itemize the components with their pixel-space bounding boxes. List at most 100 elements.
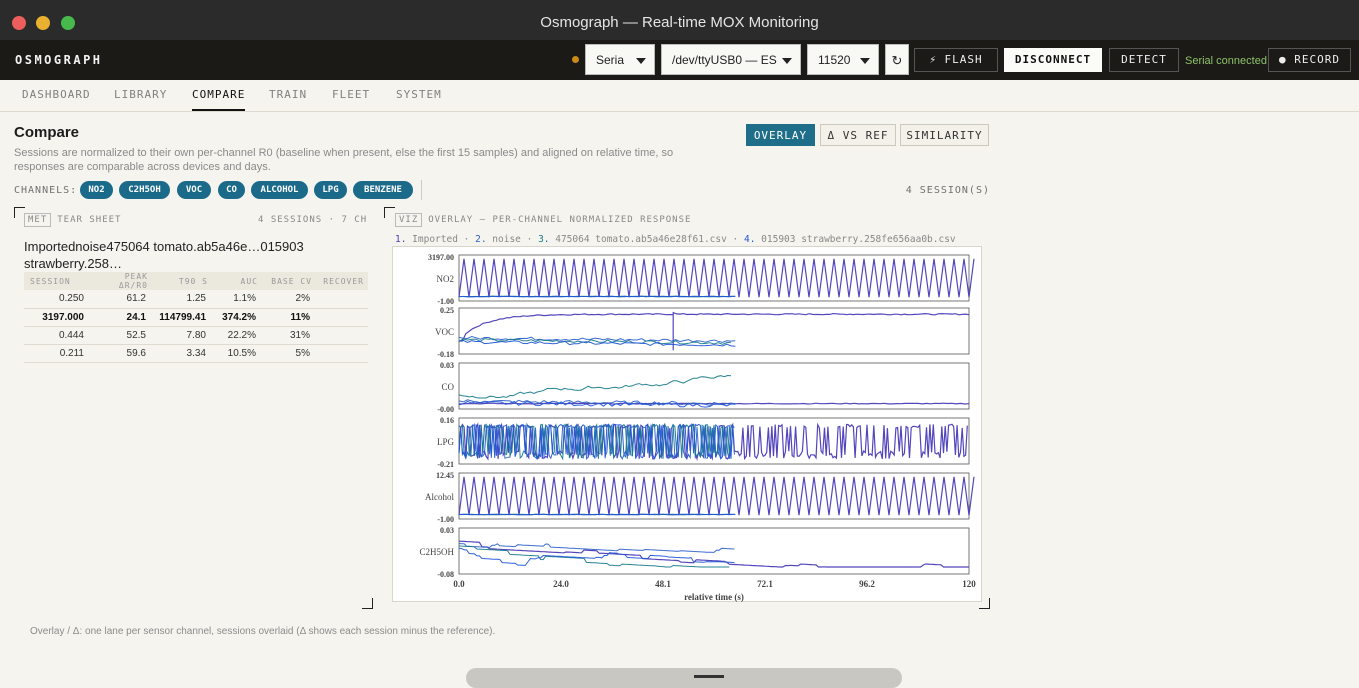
table-cell-base-cv: 5% (262, 344, 316, 363)
table-row[interactable]: 3197.000 24.1 114799.41 374.2% 11% (24, 308, 368, 327)
table-cell-session: 0.250 (24, 290, 90, 309)
channel-chip-voc[interactable]: VOC (177, 181, 211, 199)
table-cell-session: 3197.000 (24, 308, 90, 327)
viz-header: VIZ OVERLAY — PER-CHANNEL NORMALIZED RESP… (395, 213, 692, 227)
lane-ymin-label: -0.00 (437, 405, 454, 414)
chip-divider (421, 180, 422, 200)
column-header: RECOVER (316, 272, 368, 290)
mode-delta-button[interactable]: Δ VS REF (820, 124, 896, 146)
lane-ymin-label: -0.08 (437, 570, 454, 579)
table-cell-peak: 59.6 (90, 344, 152, 363)
column-header: PEAK ΔR/R0 (90, 272, 152, 290)
table-cell-auc: 22.2% (212, 326, 262, 345)
chevron-down-icon (860, 58, 870, 64)
lane-ymax-label: 0.03 (440, 361, 454, 370)
lane-ymin-label: -0.18 (437, 350, 454, 359)
connection-status-dot (572, 56, 579, 63)
table-cell-t90: 1.25 (152, 290, 212, 309)
legend-item[interactable]: Imported (412, 234, 458, 245)
x-tick-label: 96.2 (859, 579, 875, 589)
tear-sheet-label: TEAR SHEET (57, 215, 122, 225)
table-cell-base-cv: 31% (262, 326, 316, 345)
x-tick-label: 72.1 (757, 579, 773, 589)
chevron-down-icon (636, 58, 646, 64)
tab-system[interactable]: SYSTEM (396, 88, 442, 109)
table-cell-t90: 114799.41 (152, 308, 212, 327)
page-title: Compare (14, 124, 80, 141)
bottom-scroll-handle[interactable] (466, 668, 902, 688)
disconnect-button[interactable]: DISCONNECT (1004, 48, 1102, 72)
channels-label: CHANNELS: (14, 185, 78, 196)
channel-chip-benzene[interactable]: BENZENE (353, 181, 413, 199)
table-cell-peak: 61.2 (90, 290, 152, 309)
legend-number: 3. (538, 234, 556, 245)
footnote: Overlay / Δ: one lane per sensor channel… (30, 626, 496, 637)
tab-train[interactable]: TRAIN (269, 88, 307, 109)
table-cell-base-cv: 2% (262, 290, 316, 309)
x-tick-label: 120 (962, 579, 976, 589)
flash-button[interactable]: ⚡ FLASH (914, 48, 998, 72)
table-cell-t90: 7.80 (152, 326, 212, 345)
lane-ymax-label: 0.16 (440, 416, 454, 425)
channel-chip-alcohol[interactable]: ALCOHOL (251, 181, 308, 199)
table-cell-recover (316, 326, 368, 345)
tear-sheet-title: Importednoise475064 tomato.ab5a46e…01590… (24, 239, 304, 271)
table-cell-peak: 52.5 (90, 326, 152, 345)
tab-fleet[interactable]: FLEET (332, 88, 370, 109)
table-cell-base-cv: 11% (262, 308, 316, 327)
lane-ymin-label: -1.00 (437, 297, 454, 306)
lane-label: NO2 (437, 274, 455, 284)
serial-status-text: Serial connected (1185, 55, 1267, 67)
table-row[interactable]: 0.444 52.5 7.80 22.2% 31% (24, 326, 368, 345)
legend-item[interactable]: 475064 tomato.ab5a46e28f61.csv (555, 234, 727, 245)
table-cell-session: 0.211 (24, 344, 90, 363)
baud-select[interactable]: 11520 (807, 44, 879, 75)
table-row[interactable]: 0.250 61.2 1.25 1.1% 2% (24, 290, 368, 309)
tab-dashboard[interactable]: DASHBOARD (22, 88, 91, 109)
tab-compare[interactable]: COMPARE (192, 88, 246, 111)
legend-item[interactable]: 015903 strawberry.258fe656aa0b.csv (761, 234, 955, 245)
x-tick-label: 0.0 (453, 579, 465, 589)
legend-number: 2. (475, 234, 493, 245)
channel-chip-c2h5oh[interactable]: C2H5OH (119, 181, 170, 199)
legend-separator: · (520, 234, 539, 245)
legend-item[interactable]: noise (492, 234, 521, 245)
table-row[interactable]: 0.211 59.6 3.34 10.5% 5% (24, 344, 368, 363)
overlay-chart: NO2 3197.00 -1.00 VOC 0.25 -0.18 CO 0.03 -0.00 LP… (392, 246, 982, 602)
channel-chip-lpg[interactable]: LPG (314, 181, 347, 199)
transport-value: Seria (596, 53, 625, 67)
legend-number: 4. (744, 234, 762, 245)
column-header: SESSION (24, 272, 90, 290)
detect-button[interactable]: DETECT (1109, 48, 1179, 72)
record-button[interactable]: ● RECORD (1268, 48, 1351, 72)
table-cell-recover (316, 308, 368, 327)
mode-similarity-button[interactable]: SIMILARITY (900, 124, 989, 146)
refresh-icon: ↻ (891, 53, 903, 68)
column-header: AUC (212, 272, 262, 290)
lane-label: C2H5OH (419, 547, 454, 557)
lane-label: CO (441, 382, 454, 392)
lane-label: LPG (437, 437, 455, 447)
tab-library[interactable]: LIBRARY (114, 88, 167, 109)
page-description: Sessions are normalized to their own per… (14, 147, 674, 173)
column-header: BASE CV (262, 272, 316, 290)
chevron-down-icon (782, 58, 792, 64)
channel-chip-co[interactable]: CO (218, 181, 245, 199)
port-select[interactable]: /dev/ttyUSB0 — ES (661, 44, 801, 75)
table-cell-auc: 1.1% (212, 290, 262, 309)
legend-number: 1. (395, 234, 413, 245)
window-title: Osmograph — Real-time MOX Monitoring (540, 14, 819, 31)
table-cell-recover (316, 290, 368, 309)
port-value: /dev/ttyUSB0 — ES (672, 53, 777, 67)
refresh-ports-button[interactable]: ↻ (885, 44, 909, 75)
transport-select[interactable]: Seria (585, 44, 655, 75)
viz-label: OVERLAY — PER-CHANNEL NORMALIZED RESPONS… (428, 215, 692, 225)
mode-overlay-button[interactable]: OVERLAY (746, 124, 815, 146)
table-cell-recover (316, 344, 368, 363)
channel-chip-no2[interactable]: NO2 (80, 181, 113, 199)
chart-legend: 1. Imported · 2. noise · 3. 475064 tomat… (395, 234, 956, 245)
series-line-4 (458, 513, 736, 516)
brand-logo: OSMOGRAPH (15, 53, 103, 67)
lane-label: Alcohol (425, 492, 454, 502)
session-count: 4 SESSION(S) (905, 185, 990, 196)
